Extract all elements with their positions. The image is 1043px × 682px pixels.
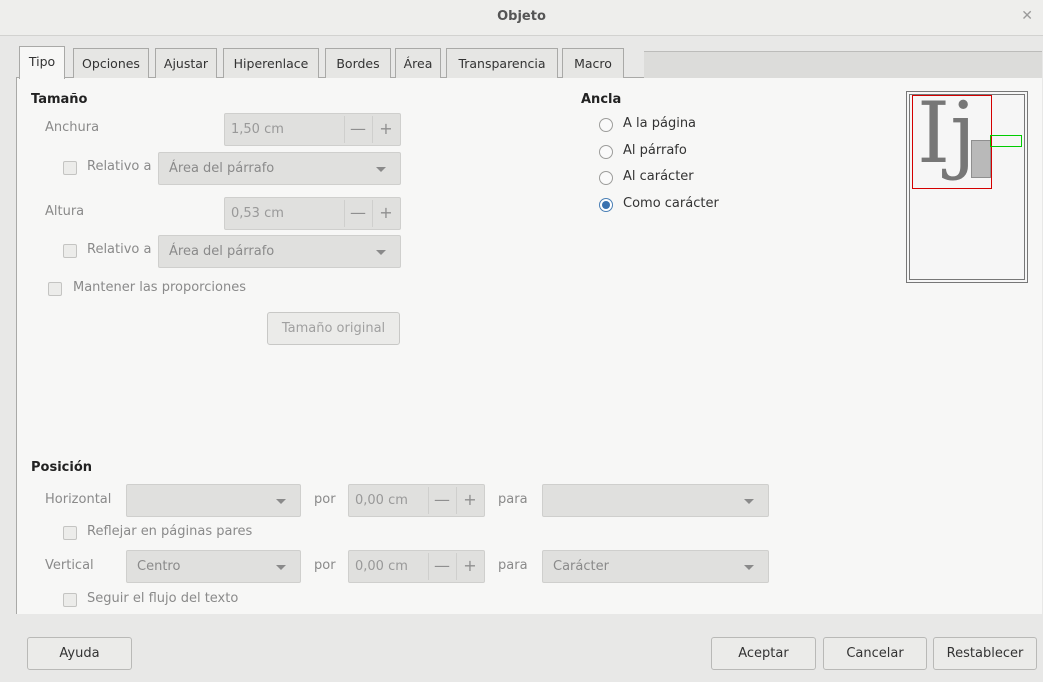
anchor-section-title: Ancla bbox=[581, 92, 622, 107]
vertical-select[interactable]: Centro bbox=[126, 550, 301, 583]
horizontal-label: Horizontal bbox=[45, 492, 112, 507]
anchor-page-radio[interactable] bbox=[599, 118, 613, 132]
height-spinbox[interactable]: 0,53 cm — + bbox=[224, 197, 401, 230]
close-icon[interactable]: ✕ bbox=[1021, 8, 1033, 24]
chevron-down-icon bbox=[744, 499, 754, 504]
height-label: Altura bbox=[45, 204, 85, 219]
height-relative-value: Área del párrafo bbox=[169, 244, 275, 259]
anchor-char-label: Al carácter bbox=[623, 169, 694, 184]
horizontal-by-spinbox[interactable]: 0,00 cm — + bbox=[348, 484, 485, 517]
preview-frame: Ij bbox=[912, 91, 992, 189]
minus-icon[interactable]: — bbox=[428, 553, 455, 580]
tab-panel: Tamaño Anchura 1,50 cm — + Relativo a Ár… bbox=[16, 78, 1042, 614]
mirror-checkbox[interactable] bbox=[63, 526, 77, 540]
horizontal-select[interactable] bbox=[126, 484, 301, 517]
keep-ratio-label: Mantener las proporciones bbox=[73, 280, 246, 295]
reset-button[interactable]: Restablecer bbox=[933, 637, 1037, 670]
vertical-to-value: Carácter bbox=[553, 559, 609, 574]
vertical-to-label: para bbox=[498, 558, 528, 573]
preview-glyph: Ij bbox=[917, 84, 977, 182]
title-bar: Objeto ✕ bbox=[0, 0, 1043, 36]
keep-ratio-checkbox[interactable] bbox=[48, 282, 62, 296]
tab-transparencia[interactable]: Transparencia bbox=[446, 48, 558, 79]
chevron-down-icon bbox=[376, 250, 386, 255]
help-button[interactable]: Ayuda bbox=[27, 637, 132, 670]
anchor-paragraph-radio[interactable] bbox=[599, 145, 613, 159]
chevron-down-icon bbox=[376, 167, 386, 172]
minus-icon[interactable]: — bbox=[344, 116, 371, 143]
preview-anchor-marker bbox=[990, 135, 1022, 147]
anchor-paragraph-label: Al párrafo bbox=[623, 143, 687, 158]
anchor-preview: Ij bbox=[906, 91, 1028, 283]
minus-icon[interactable]: — bbox=[344, 200, 371, 227]
vertical-to-select[interactable]: Carácter bbox=[542, 550, 769, 583]
size-section-title: Tamaño bbox=[31, 92, 88, 107]
anchor-char-radio[interactable] bbox=[599, 171, 613, 185]
window-title: Objeto bbox=[497, 9, 546, 24]
vertical-value: Centro bbox=[137, 559, 181, 574]
tab-tipo[interactable]: Tipo bbox=[19, 46, 65, 79]
ok-button[interactable]: Aceptar bbox=[711, 637, 816, 670]
cancel-button[interactable]: Cancelar bbox=[823, 637, 927, 670]
width-label: Anchura bbox=[45, 120, 100, 135]
height-relative-label: Relativo a bbox=[87, 242, 152, 257]
vertical-by-label: por bbox=[314, 558, 336, 573]
width-relative-value: Área del párrafo bbox=[169, 161, 275, 176]
vertical-by-value: 0,00 cm bbox=[355, 559, 408, 574]
tab-bordes[interactable]: Bordes bbox=[325, 48, 391, 79]
chevron-down-icon bbox=[276, 499, 286, 504]
mirror-label: Reflejar en páginas pares bbox=[87, 524, 253, 539]
height-relative-select[interactable]: Área del párrafo bbox=[158, 235, 401, 268]
tab-opciones[interactable]: Opciones bbox=[73, 48, 149, 79]
dialog-footer: Ayuda Aceptar Cancelar Restablecer bbox=[0, 614, 1043, 682]
plus-icon[interactable]: + bbox=[456, 487, 483, 514]
vertical-label: Vertical bbox=[45, 558, 94, 573]
tab-hiperenlace[interactable]: Hiperenlace bbox=[223, 48, 319, 79]
preview-object bbox=[971, 140, 991, 178]
width-relative-checkbox[interactable] bbox=[63, 161, 77, 175]
minus-icon[interactable]: — bbox=[428, 487, 455, 514]
plus-icon[interactable]: + bbox=[372, 200, 399, 227]
width-spinbox[interactable]: 1,50 cm — + bbox=[224, 113, 401, 146]
height-value: 0,53 cm bbox=[231, 206, 284, 221]
chevron-down-icon bbox=[276, 565, 286, 570]
follow-flow-checkbox[interactable] bbox=[63, 593, 77, 607]
width-relative-label: Relativo a bbox=[87, 159, 152, 174]
tab-macro[interactable]: Macro bbox=[562, 48, 624, 79]
anchor-page-label: A la página bbox=[623, 116, 697, 131]
follow-flow-label: Seguir el flujo del texto bbox=[87, 591, 239, 606]
plus-icon[interactable]: + bbox=[456, 553, 483, 580]
chevron-down-icon bbox=[744, 565, 754, 570]
tab-ajustar[interactable]: Ajustar bbox=[155, 48, 217, 79]
width-value: 1,50 cm bbox=[231, 122, 284, 137]
vertical-by-spinbox[interactable]: 0,00 cm — + bbox=[348, 550, 485, 583]
anchor-as-char-label: Como carácter bbox=[623, 196, 719, 211]
position-section-title: Posición bbox=[31, 460, 93, 475]
anchor-as-char-radio[interactable] bbox=[599, 198, 613, 212]
tab-area[interactable]: Área bbox=[395, 48, 441, 79]
horizontal-to-label: para bbox=[498, 492, 528, 507]
original-size-button[interactable]: Tamaño original bbox=[267, 312, 400, 345]
tab-bar: Tipo Opciones Ajustar Hiperenlace Bordes… bbox=[16, 45, 1042, 79]
width-relative-select[interactable]: Área del párrafo bbox=[158, 152, 401, 185]
horizontal-by-value: 0,00 cm bbox=[355, 493, 408, 508]
horizontal-to-select[interactable] bbox=[542, 484, 769, 517]
height-relative-checkbox[interactable] bbox=[63, 244, 77, 258]
plus-icon[interactable]: + bbox=[372, 116, 399, 143]
horizontal-by-label: por bbox=[314, 492, 336, 507]
